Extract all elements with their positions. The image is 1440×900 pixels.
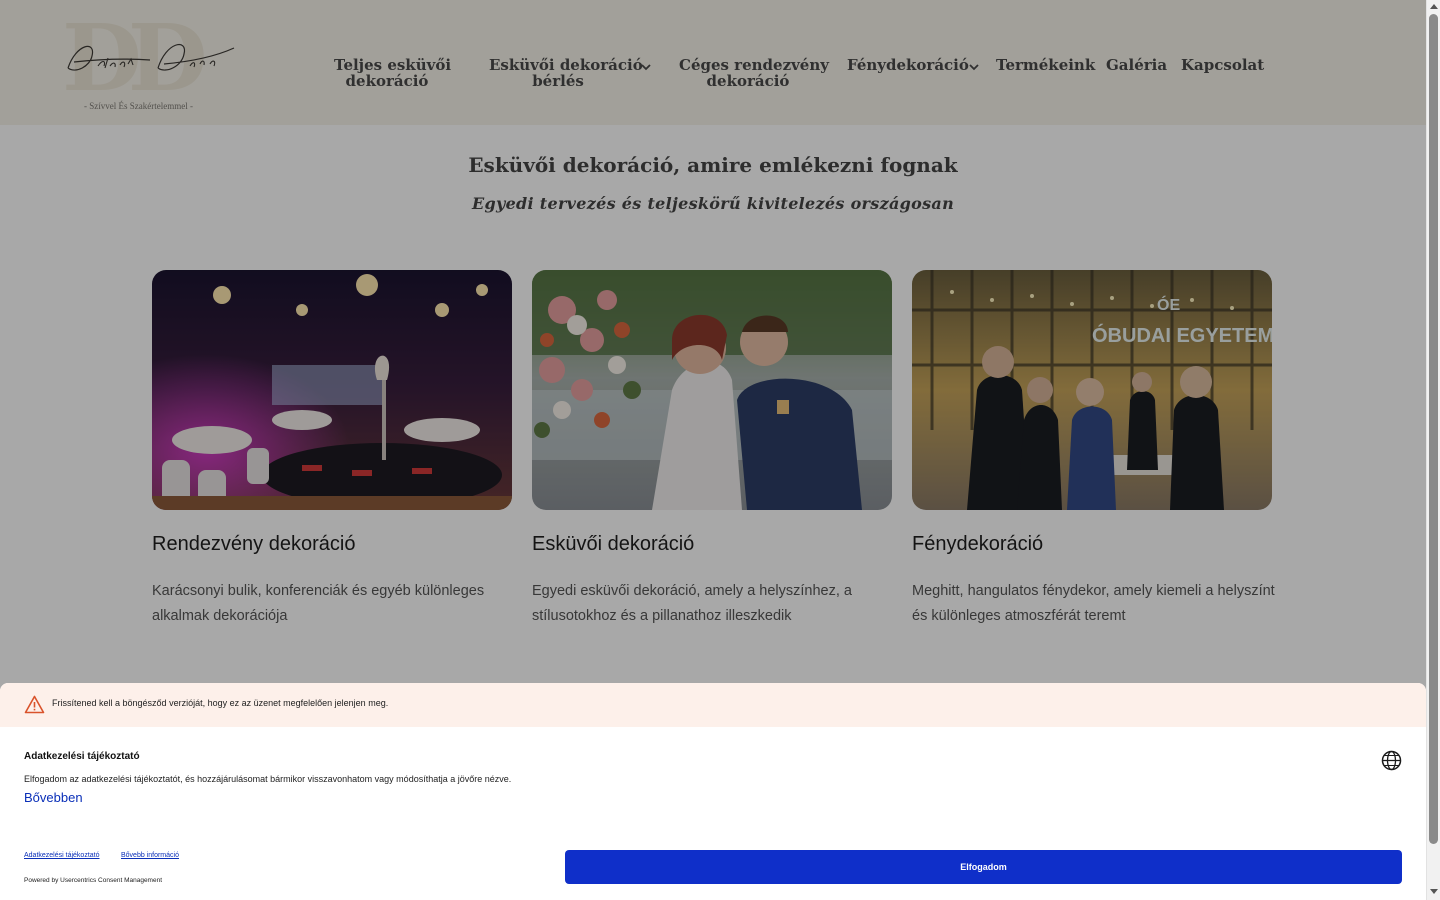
privacy-policy-link[interactable]: Adatkezelési tájékoztató [24, 852, 100, 859]
language-globe-icon[interactable] [1381, 750, 1402, 771]
more-info-link[interactable]: Bővebb információ [121, 852, 179, 859]
scroll-up-arrow-icon[interactable] [1430, 4, 1438, 9]
scroll-down-arrow-icon[interactable] [1430, 889, 1438, 894]
browser-warning-bar: Frissítened kell a böngésződ verzióját, … [0, 683, 1426, 727]
scrollbar-thumb[interactable] [1429, 14, 1438, 844]
powered-by-text: Powered by Usercentrics Consent Manageme… [24, 877, 163, 884]
cookie-consent-banner: Frissítened kell a böngésződ verzióját, … [0, 683, 1426, 900]
consent-more-link[interactable]: Bővebben [24, 790, 83, 805]
consent-title: Adatkezelési tájékoztató [24, 751, 140, 762]
warning-triangle-icon [24, 695, 45, 714]
accept-button[interactable]: Elfogadom [565, 850, 1402, 884]
page-scrollbar[interactable] [1426, 0, 1440, 900]
consent-body: Elfogadom az adatkezelési tájékoztatót, … [24, 774, 512, 784]
browser-warning-text: Frissítened kell a böngésződ verzióját, … [52, 698, 389, 708]
